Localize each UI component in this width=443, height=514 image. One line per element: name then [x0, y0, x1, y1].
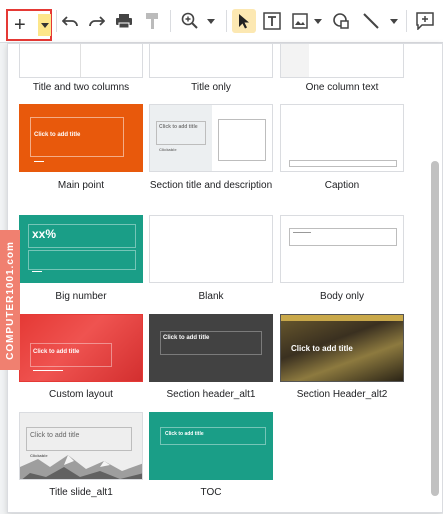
- thumb-title-text: Click to add title: [163, 335, 210, 341]
- layout-label: Section header_alt1: [166, 389, 256, 400]
- line-icon: [363, 13, 379, 29]
- image-icon: [292, 13, 308, 29]
- layout-thumb-caption[interactable]: [280, 104, 404, 172]
- layout-label: Main point: [57, 180, 105, 191]
- layout-thumb-body-only[interactable]: [280, 215, 404, 283]
- layout-thumb-title-only[interactable]: [149, 44, 273, 78]
- textbox-icon[interactable]: [261, 9, 283, 33]
- layout-thumb-big-number[interactable]: xx%: [19, 215, 143, 283]
- redo-icon[interactable]: [87, 9, 107, 33]
- layout-thumb-title-two-columns[interactable]: [19, 44, 143, 78]
- layout-label: Title only: [191, 82, 231, 93]
- layout-thumb-title-slide-alt1[interactable]: Click to add title Clickable: [19, 412, 143, 480]
- thumb-title-text: Click to add title: [159, 124, 198, 130]
- mountain-image: [20, 455, 142, 479]
- thumb-title-text: Click to add title: [291, 344, 353, 353]
- watermark: COMPUTER1001.com: [0, 230, 20, 370]
- zoom-icon: [181, 12, 198, 29]
- layout-thumb-custom-layout[interactable]: Click to add title: [19, 314, 143, 382]
- layout-label: Big number: [55, 291, 107, 302]
- layout-thumb-section-header-alt2[interactable]: Click to add title: [280, 314, 404, 382]
- layout-thumb-blank[interactable]: [149, 215, 273, 283]
- thumb-title-text: Click to add title: [34, 132, 81, 138]
- thumb-title-text: Click to add title: [30, 432, 80, 439]
- chevron-down-icon: [207, 18, 215, 24]
- undo-icon[interactable]: [60, 9, 80, 33]
- line-button[interactable]: [360, 9, 400, 33]
- layout-label: Section title and description: [149, 180, 273, 191]
- toolbar-divider: [56, 10, 57, 32]
- new-slide-button[interactable]: +: [6, 9, 52, 41]
- toolbar-divider: [226, 10, 227, 32]
- layout-thumb-section-header-alt1[interactable]: Click to add title: [149, 314, 273, 382]
- shape-icon[interactable]: [330, 9, 352, 33]
- thumb-title-text: Click to add title: [33, 349, 80, 355]
- new-slide-dropdown[interactable]: [38, 14, 51, 36]
- layout-label: Body only: [320, 291, 364, 302]
- chevron-down-icon: [40, 22, 49, 28]
- select-icon[interactable]: [232, 9, 256, 33]
- layout-label: Title slide_alt1: [49, 487, 113, 498]
- layout-label: Title and two columns: [32, 82, 130, 93]
- print-icon[interactable]: [114, 9, 134, 33]
- toolbar-divider: [170, 10, 171, 32]
- layout-thumb-main-point[interactable]: Click to add title: [19, 104, 143, 172]
- image-button[interactable]: [290, 9, 324, 33]
- layout-label: Section Header_alt2: [296, 389, 388, 400]
- layout-label: Caption: [324, 180, 360, 191]
- comment-icon[interactable]: [414, 9, 436, 33]
- watermark-text: COMPUTER1001.com: [4, 240, 16, 360]
- layout-label: TOC: [200, 487, 222, 498]
- thumb-subtitle-text: Clickable: [159, 147, 177, 152]
- scrollbar[interactable]: [431, 161, 439, 496]
- layout-label: Custom layout: [49, 389, 113, 400]
- toolbar-divider: [406, 10, 407, 32]
- zoom-button[interactable]: [178, 9, 218, 33]
- toolbar: +: [0, 0, 443, 43]
- thumb-big-number-text: xx%: [32, 227, 57, 241]
- layout-thumb-one-column-text[interactable]: [280, 44, 404, 78]
- thumb-title-text: Click to add title: [165, 431, 204, 437]
- layout-thumb-section-title-description[interactable]: Click to add title Clickable: [149, 104, 273, 172]
- chevron-down-icon: [314, 18, 322, 24]
- layout-label: One column text: [305, 82, 379, 93]
- layout-thumb-toc[interactable]: Click to add title: [149, 412, 273, 480]
- paint-format-icon[interactable]: [142, 9, 162, 33]
- chevron-down-icon: [390, 18, 398, 24]
- layout-menu: Title and two columns Title only One col…: [7, 43, 443, 513]
- layout-label: Blank: [198, 291, 224, 302]
- plus-icon[interactable]: +: [14, 15, 26, 35]
